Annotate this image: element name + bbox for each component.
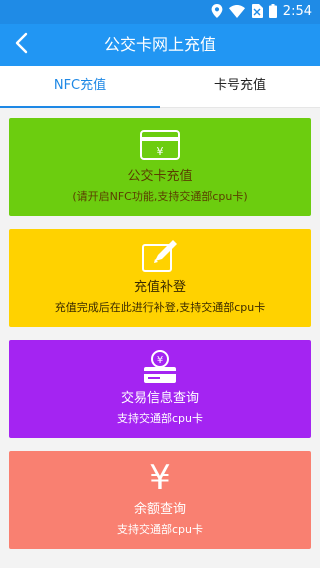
status-time: 2:54	[282, 4, 312, 19]
card-subtitle: (请开启NFC功能,支持交通部cpu卡)	[72, 190, 248, 203]
battery-icon	[268, 3, 277, 22]
page-title: 公交卡网上充值	[103, 35, 216, 54]
recharge-supplement-card[interactable]: 充值补登 充值完成后在此进行补登,支持交通部cpu卡	[9, 229, 311, 327]
svg-text:¥: ¥	[157, 355, 163, 366]
status-bar: 2:54	[0, 0, 320, 24]
card-subtitle: 支持交通部cpu卡	[116, 523, 203, 536]
card-title: 公交卡充值	[127, 169, 193, 184]
chevron-left-icon	[14, 32, 28, 58]
sim-no-signal-icon	[251, 3, 263, 22]
back-button[interactable]	[4, 28, 38, 62]
balance-query-card[interactable]: ¥ 余额查询 支持交通部cpu卡	[9, 451, 311, 549]
card-title: 余额查询	[133, 502, 186, 517]
wifi-icon	[228, 3, 245, 22]
edit-icon	[142, 239, 178, 273]
card-yen-icon: ¥	[140, 128, 180, 162]
tab-nfc-recharge[interactable]: NFC充值	[0, 66, 160, 108]
tab-card-number-recharge[interactable]: 卡号充值	[160, 66, 320, 107]
card-title: 交易信息查询	[120, 391, 199, 406]
tab-bar: NFC充值 卡号充值	[0, 66, 320, 108]
card-title: 充值补登	[133, 280, 186, 295]
transaction-query-card[interactable]: ¥ 交易信息查询 支持交通部cpu卡	[9, 340, 311, 438]
card-subtitle: 支持交通部cpu卡	[116, 412, 203, 425]
bus-card-recharge-card[interactable]: ¥ 公交卡充值 (请开启NFC功能,支持交通部cpu卡)	[9, 118, 311, 216]
location-icon	[211, 3, 223, 22]
card-subtitle: 充值完成后在此进行补登,支持交通部cpu卡	[54, 301, 266, 314]
svg-text:¥: ¥	[157, 145, 164, 158]
yen-icon: ¥	[149, 458, 171, 498]
status-icons: 2:54	[211, 3, 312, 22]
coin-card-icon: ¥	[142, 350, 178, 384]
app-bar: 公交卡网上充值	[0, 24, 320, 66]
card-list: ¥ 公交卡充值 (请开启NFC功能,支持交通部cpu卡) 充值补登 充值完成后在…	[0, 108, 320, 568]
